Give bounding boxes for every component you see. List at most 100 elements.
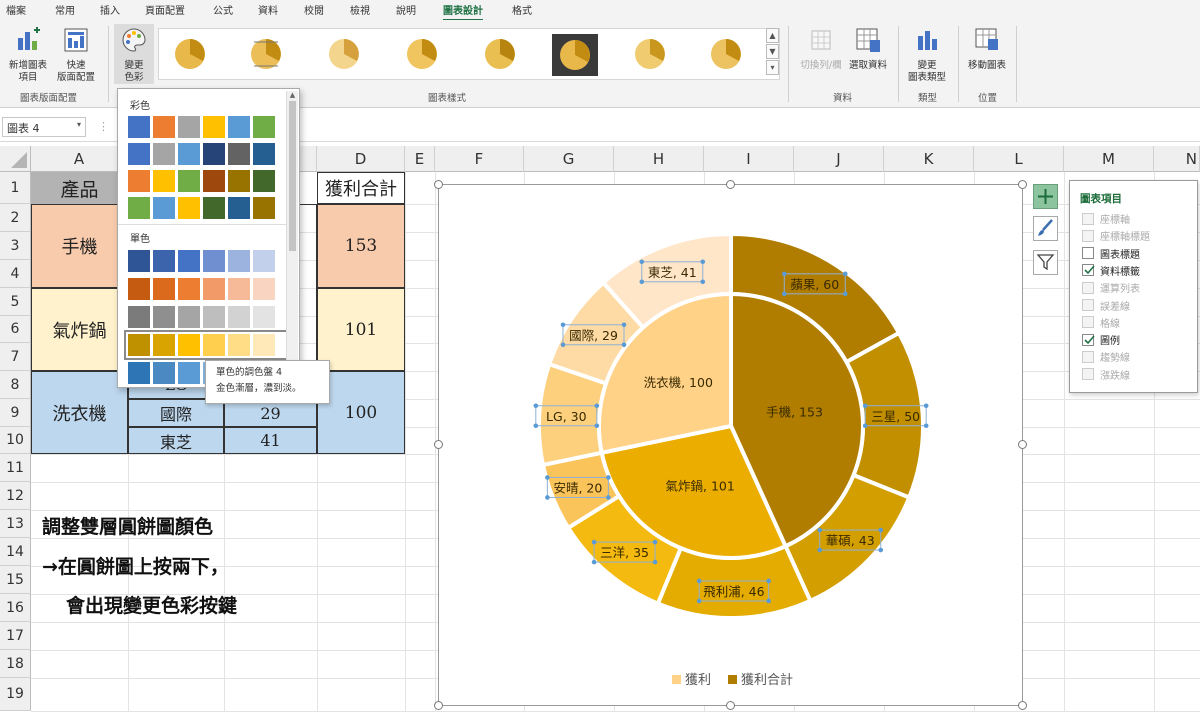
- row-header-6[interactable]: 6: [0, 316, 31, 343]
- row-header-12[interactable]: 12: [0, 482, 31, 510]
- colorful-palette-1[interactable]: [128, 116, 284, 138]
- label-handle[interactable]: [862, 403, 868, 409]
- monochromatic-palette-2[interactable]: [128, 278, 284, 300]
- colorful-palette-4[interactable]: [128, 197, 284, 219]
- tab-file[interactable]: 檔案: [6, 2, 26, 17]
- label-handle[interactable]: [842, 291, 848, 297]
- tab-formulas[interactable]: 公式: [213, 2, 233, 17]
- label-handle[interactable]: [878, 527, 884, 533]
- chart-area[interactable]: 手機, 153 氣炸鍋, 101 洗衣機, 100 蘋果, 60 三星, 50 華碩, 4…: [438, 184, 1023, 706]
- resize-handle-n[interactable]: [726, 180, 735, 189]
- quick-layout-button[interactable]: 快速 版面配置: [54, 26, 98, 84]
- cell-c10[interactable]: 41: [224, 427, 317, 454]
- move-chart-button[interactable]: 移動圖表: [964, 26, 1010, 72]
- chart-styles-button[interactable]: [1033, 216, 1058, 241]
- label-handle[interactable]: [545, 475, 550, 480]
- label-handle[interactable]: [639, 259, 645, 265]
- add-chart-element-button[interactable]: 新增圖表 項目: [6, 26, 50, 84]
- chart-style-8[interactable]: [711, 39, 741, 69]
- label-handle[interactable]: [700, 279, 706, 285]
- label-handle[interactable]: [700, 259, 706, 265]
- label-handle[interactable]: [545, 495, 550, 500]
- column-header-i[interactable]: I: [704, 146, 794, 172]
- label-handle[interactable]: [696, 578, 702, 584]
- label-handle[interactable]: [591, 539, 597, 545]
- column-header-h[interactable]: H: [614, 146, 704, 172]
- label-handle[interactable]: [560, 342, 566, 348]
- column-header-a[interactable]: A: [31, 146, 128, 172]
- column-header-k[interactable]: K: [884, 146, 974, 172]
- checkbox[interactable]: [1082, 247, 1094, 260]
- inner-data-label[interactable]: 氣炸鍋, 101: [666, 479, 735, 494]
- label-handle[interactable]: [591, 559, 597, 565]
- inner-data-label[interactable]: 洗衣機, 100: [644, 375, 713, 390]
- tab-home[interactable]: 常用: [55, 2, 75, 17]
- label-handle[interactable]: [923, 423, 929, 429]
- tab-chart-design[interactable]: 圖表設計: [443, 2, 483, 21]
- cell-b10[interactable]: 東芝: [128, 427, 224, 454]
- column-header-g[interactable]: G: [524, 146, 614, 172]
- column-header-l[interactable]: L: [974, 146, 1064, 172]
- chart-style-7[interactable]: [635, 39, 665, 69]
- monochromatic-palette-3[interactable]: [128, 306, 284, 328]
- row-header-18[interactable]: 18: [0, 650, 31, 678]
- outer-data-label[interactable]: 東芝, 41: [648, 265, 697, 280]
- row-header-2[interactable]: 2: [0, 204, 31, 232]
- outer-data-label[interactable]: 三洋, 35: [600, 545, 649, 560]
- row-header-10[interactable]: 10: [0, 427, 31, 454]
- column-header-m[interactable]: M: [1064, 146, 1154, 172]
- chart-elements-button[interactable]: [1033, 184, 1058, 209]
- cell-a5-merged[interactable]: 氣炸鍋: [31, 288, 128, 371]
- gallery-scroll-down[interactable]: ▼: [766, 44, 779, 59]
- row-header-13[interactable]: 13: [0, 510, 31, 538]
- label-handle[interactable]: [766, 578, 771, 584]
- label-handle[interactable]: [652, 559, 658, 565]
- colorful-palette-2[interactable]: [128, 143, 284, 165]
- inner-data-label[interactable]: 手機, 153: [766, 404, 823, 419]
- resize-handle-nw[interactable]: [434, 180, 443, 189]
- row-header-11[interactable]: 11: [0, 454, 31, 482]
- row-header-9[interactable]: 9: [0, 399, 31, 427]
- chart-element-7[interactable]: 圖例: [1082, 332, 1120, 347]
- label-handle[interactable]: [842, 271, 848, 277]
- label-handle[interactable]: [817, 527, 823, 533]
- row-header-16[interactable]: 16: [0, 594, 31, 622]
- tab-review[interactable]: 校閱: [304, 2, 324, 17]
- column-header-j[interactable]: J: [794, 146, 884, 172]
- column-header-f[interactable]: F: [435, 146, 524, 172]
- scrollbar-thumb[interactable]: [289, 101, 296, 251]
- label-handle[interactable]: [652, 539, 658, 545]
- label-handle[interactable]: [923, 403, 929, 409]
- column-header-n[interactable]: N: [1154, 146, 1200, 172]
- chart-style-3[interactable]: [329, 39, 359, 69]
- checkbox[interactable]: [1082, 333, 1095, 346]
- chart-element-3[interactable]: 資料標籤: [1082, 263, 1140, 278]
- resize-handle-se[interactable]: [1018, 701, 1027, 710]
- select-data-button[interactable]: 選取資料: [846, 26, 890, 72]
- chart-filters-button[interactable]: [1033, 250, 1058, 275]
- formula-bar-options-icon[interactable]: ⋮: [98, 120, 109, 133]
- cell-d8-merged[interactable]: 100: [317, 371, 405, 454]
- tab-page-layout[interactable]: 頁面配置: [145, 2, 185, 17]
- cell-a8-merged[interactable]: 洗衣機: [31, 371, 128, 454]
- resize-handle-e[interactable]: [1018, 440, 1027, 449]
- tab-format[interactable]: 格式: [512, 2, 532, 17]
- cell-a1[interactable]: 產品: [31, 172, 128, 204]
- tab-insert[interactable]: 插入: [100, 2, 120, 17]
- outer-data-label[interactable]: 飛利浦, 46: [703, 584, 764, 599]
- chart-style-1[interactable]: [175, 39, 205, 69]
- resize-handle-w[interactable]: [434, 440, 443, 449]
- switch-row-column-button[interactable]: 切換列/欄: [795, 26, 847, 72]
- checkbox[interactable]: [1082, 264, 1095, 277]
- cell-d1[interactable]: 獲利合計: [317, 172, 405, 204]
- chart-style-4[interactable]: [407, 39, 437, 69]
- label-handle[interactable]: [594, 403, 600, 409]
- outer-data-label[interactable]: 蘋果, 60: [790, 277, 839, 292]
- scroll-up-arrow-icon[interactable]: ▲: [287, 91, 298, 99]
- outer-data-label[interactable]: LG, 30: [546, 409, 587, 424]
- gallery-scroll-up[interactable]: ▲: [766, 28, 779, 43]
- chevron-down-icon[interactable]: ▾: [77, 120, 81, 129]
- name-box[interactable]: 圖表 4 ▾: [2, 117, 86, 137]
- select-all-corner[interactable]: [0, 146, 31, 172]
- monochromatic-palette-1[interactable]: [128, 250, 284, 272]
